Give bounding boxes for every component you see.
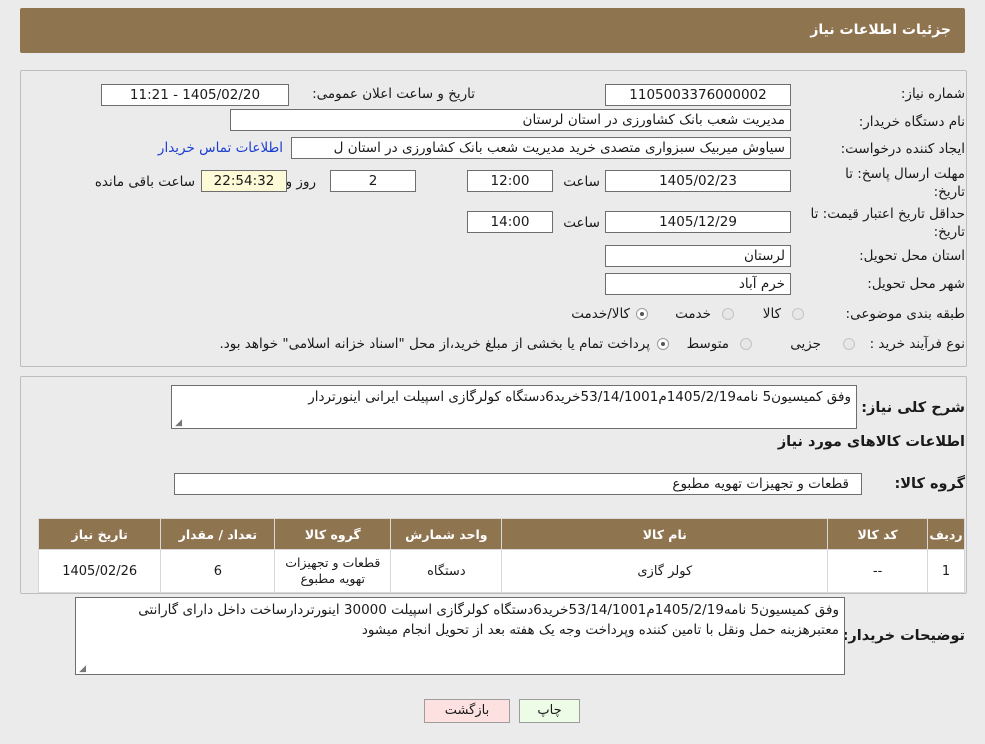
days-remaining-field: 2 — [330, 170, 416, 192]
province-field: لرستان — [605, 245, 791, 267]
process-radio-partial[interactable] — [843, 338, 855, 350]
goods-table: ردیف کد کالا نام کالا واحد شمارش گروه کا… — [37, 518, 965, 593]
col-code-header: کد کالا — [827, 518, 929, 550]
col-group-header: گروه کالا — [274, 518, 392, 550]
category-label: طبقه بندی موضوعی: — [845, 306, 965, 322]
buyer-label: نام دستگاه خریدار: — [858, 114, 965, 130]
cell-name: کولر گازی — [501, 549, 829, 593]
col-row-header: ردیف — [927, 518, 965, 550]
goods-table-header: ردیف کد کالا نام کالا واحد شمارش گروه کا… — [37, 518, 965, 550]
deadline-time-field: 12:00 — [467, 170, 553, 192]
resize-handle-icon[interactable]: ◢ — [174, 419, 182, 428]
announce-date-field: 1405/02/20 - 11:21 — [101, 84, 289, 106]
category-radio-goods-service[interactable] — [636, 308, 648, 320]
summary-label: شرح کلی نیاز: — [861, 400, 965, 416]
buyer-notes-text: وفق کمیسیون5 نامه1405/2/19م53/14/1001خری… — [138, 602, 839, 638]
process-option-medium: متوسط — [686, 336, 729, 352]
category-option-goods: کالا — [762, 306, 781, 322]
validity-time-field: 14:00 — [467, 211, 553, 233]
cell-unit: دستگاه — [390, 549, 503, 593]
validity-label-date: تاریخ: — [933, 224, 965, 240]
goods-group-field: قطعات و تجهیزات تهویه مطبوع — [174, 473, 862, 495]
table-row: 1 -- کولر گازی دستگاه قطعات و تجهیزات ته… — [37, 549, 965, 593]
deadline-label: مهلت ارسال پاسخ: تا — [845, 166, 965, 182]
process-type-label: نوع فرآیند خرید : — [869, 336, 965, 352]
print-button[interactable]: چاپ — [519, 699, 580, 723]
col-date-header: تاریخ نیاز — [37, 518, 162, 550]
need-number-field: 1105003376000002 — [605, 84, 791, 106]
buyer-notes-label: توضیحات خریدار: — [842, 628, 965, 644]
city-field: خرم آباد — [605, 273, 791, 295]
page-title: جزئیات اطلاعات نیاز — [810, 22, 951, 38]
category-radio-goods[interactable] — [792, 308, 804, 320]
buyer-field: مدیریت شعب بانک کشاورزی در استان لرستان — [230, 109, 791, 131]
announce-date-label: تاریخ و ساعت اعلان عمومی: — [312, 86, 475, 102]
creator-label: ایجاد کننده درخواست: — [840, 141, 965, 157]
deadline-label-date: تاریخ: — [933, 184, 965, 200]
summary-textarea[interactable]: وفق کمیسیون5 نامه1405/2/19م53/14/1001خری… — [171, 385, 857, 429]
col-name-header: نام کالا — [501, 518, 829, 550]
days-label: روز و — [285, 174, 316, 190]
buyer-notes-textarea[interactable]: وفق کمیسیون5 نامه1405/2/19م53/14/1001خری… — [75, 597, 845, 675]
summary-text: وفق کمیسیون5 نامه1405/2/19م53/14/1001خری… — [308, 389, 851, 405]
process-option-partial: جزیی — [790, 336, 821, 352]
creator-field: سیاوش میربیک سبزواری متصدی خرید مدیریت ش… — [291, 137, 791, 159]
remaining-time-field: 22:54:32 — [201, 170, 287, 192]
col-unit-header: واحد شمارش — [390, 518, 503, 550]
remaining-label: ساعت باقی مانده — [94, 174, 195, 190]
cell-qty: 6 — [160, 549, 276, 593]
page-header: جزئیات اطلاعات نیاز — [20, 8, 965, 53]
buyer-contact-link[interactable]: اطلاعات تماس خریدار — [158, 140, 283, 156]
cell-date: 1405/02/26 — [37, 549, 162, 593]
process-note: پرداخت تمام یا بخشی از مبلغ خرید،از محل … — [219, 336, 650, 352]
province-label: استان محل تحویل: — [859, 248, 965, 264]
deadline-date-field: 1405/02/23 — [605, 170, 791, 192]
category-radio-service[interactable] — [722, 308, 734, 320]
city-label: شهر محل تحویل: — [867, 276, 965, 292]
process-radio-medium[interactable] — [740, 338, 752, 350]
cell-group: قطعات و تجهیزات تهویه مطبوع — [274, 549, 392, 593]
category-option-goods-service: کالا/خدمت — [571, 306, 630, 322]
cell-code: -- — [827, 549, 929, 593]
process-radio-treasury[interactable] — [657, 338, 669, 350]
back-button[interactable]: بازگشت — [424, 699, 510, 723]
validity-label: حداقل تاریخ اعتبار قیمت: تا — [810, 206, 965, 222]
category-option-service: خدمت — [675, 306, 711, 322]
goods-section-title: اطلاعات کالاهای مورد نیاز — [777, 434, 965, 450]
validity-time-label: ساعت — [563, 215, 600, 231]
col-qty-header: تعداد / مقدار — [160, 518, 276, 550]
validity-date-field: 1405/12/29 — [605, 211, 791, 233]
resize-handle-icon[interactable]: ◢ — [78, 665, 86, 674]
need-number-label: شماره نیاز: — [900, 86, 965, 102]
cell-row: 1 — [927, 549, 965, 593]
goods-group-label: گروه کالا: — [894, 476, 965, 492]
deadline-time-label: ساعت — [563, 174, 600, 190]
